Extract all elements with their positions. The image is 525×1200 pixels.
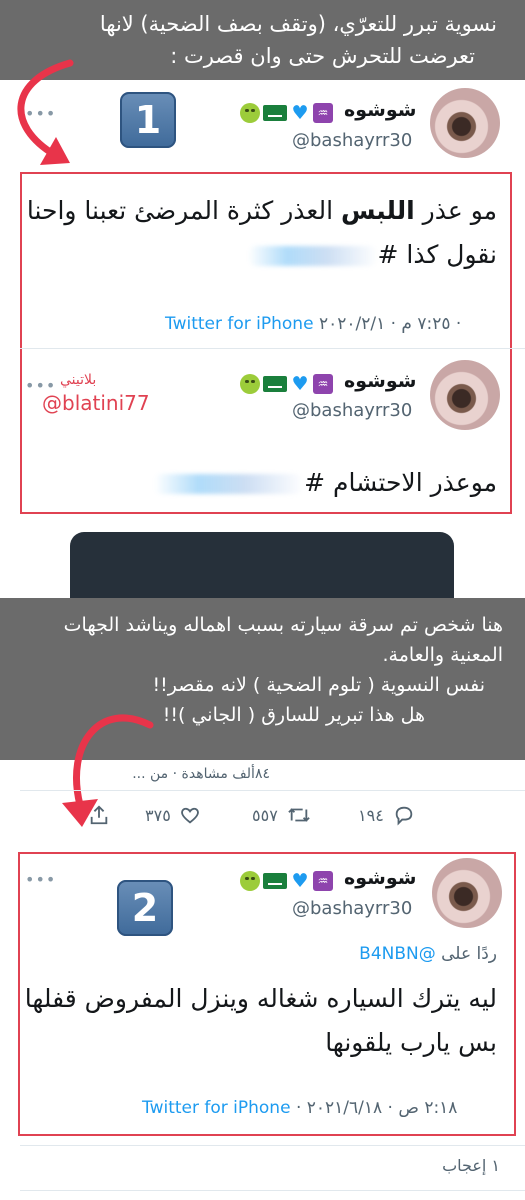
display-name[interactable]: شوشوه xyxy=(344,867,416,889)
avatar[interactable] xyxy=(430,360,500,430)
source-link[interactable]: Twitter for iPhone xyxy=(165,314,314,334)
tweet-text-line2: بس يارب يلقونها xyxy=(325,1028,497,1057)
reply-count: ١٩٤ xyxy=(358,805,384,825)
sick-face-icon xyxy=(240,871,260,891)
name-emojis: ♥ ♒ xyxy=(240,373,333,395)
tweet-number-badge: 1 xyxy=(120,92,176,148)
blurred-hashtag xyxy=(247,246,378,266)
share-button[interactable] xyxy=(88,804,110,826)
blue-heart-icon: ♥ xyxy=(291,102,309,124)
aquarius-icon: ♒ xyxy=(313,871,333,891)
display-name[interactable]: شوشوه xyxy=(344,370,416,392)
caption-mid-line2: المعنية والعامة. xyxy=(382,644,503,666)
user-handle[interactable]: @bashayrr30 xyxy=(292,130,412,151)
replying-handle[interactable]: @B4NBN xyxy=(359,944,436,964)
user-handle[interactable]: @bashayrr30 xyxy=(292,400,412,421)
tweet-text-part: موعذر الاحتشام # xyxy=(304,468,497,497)
caption-mid-line4: هل هذا تبرير للسارق ( الجاني )!! xyxy=(162,704,425,726)
name-emojis: ♥ ♒ xyxy=(240,870,333,892)
caption-top-line1: نسوية تبرر للتعرّي، (وتقف بصف الضحية) لا… xyxy=(99,12,497,36)
like-count: ٣٧٥ xyxy=(145,805,171,825)
caption-top-line2: تعرضت للتحرش حتى وان قصرت : xyxy=(170,44,475,68)
divider xyxy=(20,790,525,791)
tweet-text-line2: نقول كذا # xyxy=(247,236,498,274)
saudi-flag-icon xyxy=(263,376,287,392)
display-name[interactable]: شوشوه xyxy=(344,99,416,121)
blue-heart-icon: ♥ xyxy=(291,373,309,395)
saudi-flag-icon xyxy=(263,105,287,121)
retweet-icon xyxy=(288,808,310,822)
divider xyxy=(20,1145,525,1146)
reply-button[interactable]: ١٩٤ xyxy=(358,804,416,826)
timestamp[interactable]: ٢:١٨ ص · ٢٠٢١/٦/١٨ xyxy=(307,1098,458,1118)
tweet-meta: Twitter for iPhone · ٢:١٨ ص · ٢٠٢١/٦/١٨ xyxy=(142,1098,458,1118)
avatar[interactable] xyxy=(430,88,500,158)
tweet-text-bold: اللبس xyxy=(340,196,415,225)
replying-prefix: ردًا على xyxy=(441,944,497,964)
retweet-count: ٥٥٧ xyxy=(252,805,278,825)
caption-mid-line1: هنا شخص تم سرقة سيارته بسبب اهماله ويناش… xyxy=(63,614,503,636)
reply-icon xyxy=(395,806,413,826)
tweet-text-part: نقول كذا # xyxy=(377,240,498,269)
view-count: ٨٤ألف مشاهدة · من ... xyxy=(132,766,270,782)
retweet-button[interactable]: ٥٥٧ xyxy=(252,804,312,826)
replying-to: ردًا على @B4NBN xyxy=(359,944,497,964)
share-icon xyxy=(90,805,108,825)
watermark-handle: @blatini77 xyxy=(42,391,150,415)
action-bar: ٣٧٥ ٥٥٧ ١٩٤ xyxy=(0,804,525,834)
aquarius-icon: ♒ xyxy=(313,103,333,123)
sick-face-icon xyxy=(240,103,260,123)
media-preview[interactable] xyxy=(70,532,454,602)
tweet-text-line1: ليه يترك السياره شغاله وينزل المفروض قفل… xyxy=(24,984,497,1013)
likes-count[interactable]: ١ إعجاب xyxy=(442,1156,500,1175)
tweet-meta: Twitter for iPhone · ٧:٢٥ م · ٢٠٢٠/٢/١ xyxy=(165,314,462,334)
divider xyxy=(20,1190,525,1191)
tweet-text-line1: مو عذر اللبس العذر كثرة المرضئ تعبنا واح… xyxy=(27,192,497,230)
like-button[interactable]: ٣٧٥ xyxy=(145,804,201,826)
more-dots-icon[interactable]: ••• xyxy=(25,104,56,123)
blue-heart-icon: ♥ xyxy=(291,870,309,892)
tweet-text-part: مو عذر xyxy=(414,196,497,225)
like-heart-icon xyxy=(180,807,199,824)
reply-text: موعذر الاحتشام # xyxy=(154,464,497,502)
user-handle[interactable]: @bashayrr30 xyxy=(292,898,412,919)
sick-face-icon xyxy=(240,374,260,394)
tweet-number-badge: 2 xyxy=(117,880,173,936)
watermark-name: بلاتيني xyxy=(60,372,97,388)
divider xyxy=(20,348,525,349)
caption-mid-line3: نفس النسوية ( تلوم الضحية ) لانه مقصر!! xyxy=(152,674,485,696)
name-emojis: ♥ ♒ xyxy=(240,102,333,124)
blurred-hashtag xyxy=(154,474,305,494)
avatar[interactable] xyxy=(432,858,502,928)
source-link[interactable]: Twitter for iPhone xyxy=(142,1098,291,1118)
aquarius-icon: ♒ xyxy=(313,374,333,394)
timestamp[interactable]: ٧:٢٥ م · ٢٠٢٠/٢/١ xyxy=(319,314,451,334)
tweet-text-part: العذر كثرة المرضئ تعبنا واحنا xyxy=(26,196,341,225)
more-dots-icon[interactable]: ••• xyxy=(25,870,56,889)
saudi-flag-icon xyxy=(263,873,287,889)
